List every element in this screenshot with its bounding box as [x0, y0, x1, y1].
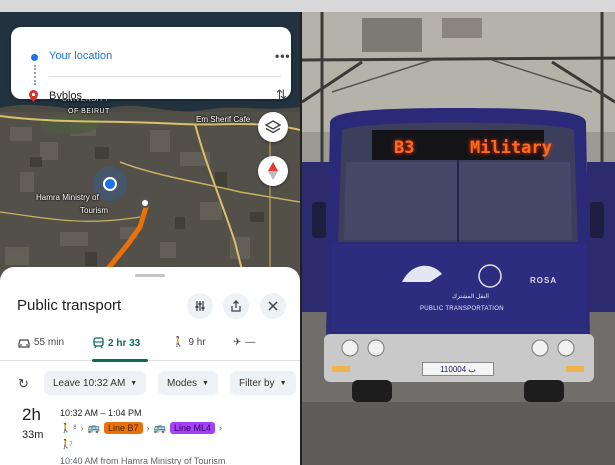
- caret-down-icon: ▼: [279, 379, 287, 387]
- origin-field[interactable]: Your location: [49, 50, 112, 62]
- current-location-marker: [103, 177, 117, 191]
- directions-card: Your location Byblos ••• ⇅: [11, 27, 291, 102]
- chevron-right-icon: ›: [219, 423, 223, 433]
- caret-down-icon: ▼: [202, 379, 209, 387]
- route-number-sign: B3: [394, 138, 415, 158]
- travel-mode-tabs: 55 min 2 hr 33 🚶 9 hr ✈ —: [0, 329, 300, 362]
- bus-illustration: [302, 12, 615, 465]
- close-icon: [268, 301, 278, 311]
- modes-label: Modes: [167, 377, 198, 389]
- line-badge-ml4: Line ML4: [170, 422, 216, 434]
- route-connector: [34, 65, 36, 85]
- compass-button[interactable]: [258, 156, 288, 186]
- bus-icon: 🚌: [87, 422, 101, 434]
- tab-walk[interactable]: 🚶 9 hr: [172, 337, 206, 348]
- layers-button[interactable]: [258, 112, 288, 142]
- tab-flight[interactable]: ✈ —: [233, 337, 255, 348]
- close-button[interactable]: [260, 293, 286, 319]
- chevron-right-icon: ›: [146, 423, 150, 433]
- filter-row: ↻ Leave 10:32 AM ▼ Modes ▼ Filter by ▼: [0, 371, 300, 397]
- refresh-icon[interactable]: ↻: [18, 376, 29, 392]
- divider: [49, 76, 281, 77]
- map-label-tourism: Tourism: [80, 206, 109, 215]
- walk-step-count: 7: [69, 441, 73, 448]
- map-label-beirut: OF BEIRUT: [68, 108, 110, 115]
- bottom-sheet: Public transport 55 min 2 hr 33 🚶 9 hr ✈…: [0, 267, 300, 465]
- composite-image: UNIVERSITY OF BEIRUT Em Sherif Cafe Hamr…: [0, 0, 615, 465]
- brand-badge: ROSA: [530, 276, 558, 285]
- map-label-hamra: Hamra Ministry of: [36, 193, 99, 202]
- modes-chip[interactable]: Modes ▼: [158, 371, 218, 395]
- walk-step-count: 8: [73, 425, 77, 431]
- route-steps-row2: 🚶 7: [60, 439, 73, 450]
- duration-minutes: 33m: [22, 429, 44, 441]
- transit-icon: [93, 337, 104, 349]
- flight-duration: —: [245, 337, 256, 348]
- destination-field[interactable]: Byblos: [49, 90, 82, 102]
- maps-screenshot: UNIVERSITY OF BEIRUT Em Sherif Cafe Hamr…: [0, 12, 300, 465]
- leave-time-label: Leave 10:32 AM: [53, 377, 126, 389]
- origin-icon: [31, 54, 38, 61]
- tab-drive[interactable]: 55 min: [18, 337, 64, 348]
- license-plate: 110004 ﺏ: [422, 362, 494, 376]
- chevron-right-icon: ›: [80, 423, 84, 433]
- compass-icon: [268, 162, 278, 180]
- map-label-em-sherif: Em Sherif Cafe: [196, 115, 251, 124]
- walk-duration: 9 hr: [188, 337, 206, 348]
- more-options-icon[interactable]: •••: [275, 49, 291, 63]
- sliders-icon: [195, 301, 205, 311]
- trip-times: 10:32 AM – 1:04 PM: [60, 408, 142, 418]
- route-steps: 🚶 8 › 🚌 Line B7 › 🚌 Line ML4 ›: [60, 422, 222, 434]
- drive-duration: 55 min: [34, 337, 65, 348]
- transit-stop-marker: [140, 198, 150, 208]
- departure-info: 10:40 AM from Hamra Ministry of Tourism: [60, 456, 226, 465]
- plane-icon: ✈: [233, 337, 242, 348]
- leave-time-chip[interactable]: Leave 10:32 AM ▼: [44, 371, 147, 395]
- line-badge-b7: Line B7: [104, 422, 143, 434]
- filter-chip[interactable]: Filter by ▼: [230, 371, 296, 395]
- bus-photo: B3 Military النقل المشترك PUBLIC TRANSPO…: [302, 12, 615, 465]
- duration-hours: 2h: [22, 405, 41, 424]
- options-button[interactable]: [187, 293, 213, 319]
- active-tab-indicator: [92, 359, 148, 362]
- destination-sign: Military: [470, 138, 552, 158]
- share-icon: [231, 300, 241, 312]
- destination-pin-icon: [29, 89, 38, 107]
- caret-down-icon: ▼: [130, 379, 138, 387]
- top-border: [0, 0, 615, 12]
- swap-icon[interactable]: ⇅: [276, 87, 287, 103]
- transit-duration: 2 hr 33: [108, 337, 141, 349]
- layers-icon: [265, 120, 281, 134]
- share-button[interactable]: [223, 293, 249, 319]
- filter-label: Filter by: [239, 377, 275, 389]
- car-icon: [18, 338, 30, 348]
- logo-english-text: PUBLIC TRANSPORTATION: [420, 306, 504, 312]
- walk-icon: 🚶: [60, 422, 72, 433]
- logo-arabic-text: النقل المشترك: [452, 294, 489, 300]
- sheet-title: Public transport: [17, 297, 122, 314]
- drag-handle[interactable]: [135, 274, 165, 277]
- walk-icon: 🚶: [172, 337, 185, 348]
- bus-icon: 🚌: [153, 422, 166, 434]
- tab-transit[interactable]: 2 hr 33: [93, 337, 140, 349]
- route-result[interactable]: 2h 33m 10:32 AM – 1:04 PM 🚶 8 › 🚌 Line B…: [0, 405, 300, 465]
